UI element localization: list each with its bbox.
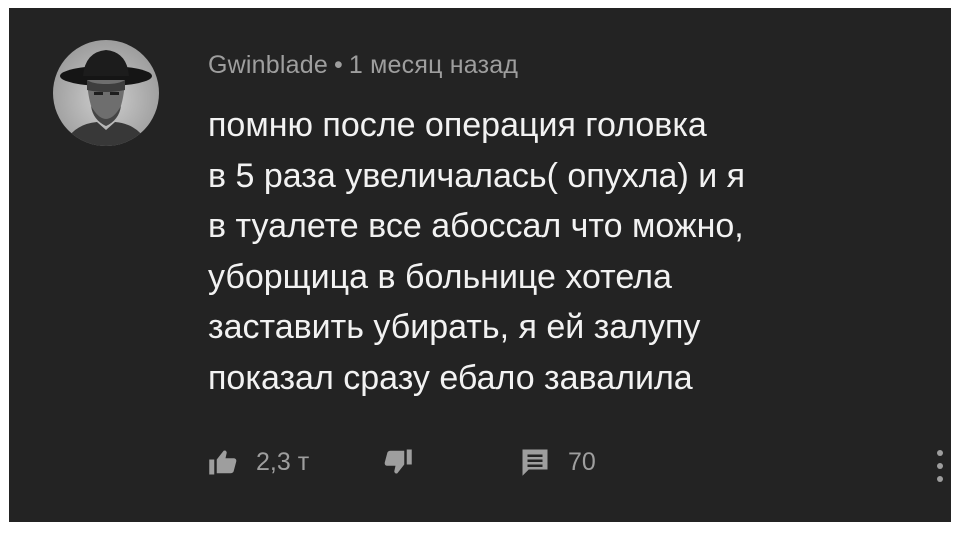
comment-line: в 5 раза увеличалась( опухла) и я [208,156,746,195]
comment-text: помню после операция головка в 5 раза ув… [208,100,928,403]
reply-button[interactable]: 70 [520,442,596,482]
comment-line: в туалете все абоссал что можно, [208,207,744,245]
meta-separator: • [333,51,343,79]
thumbs-up-icon[interactable] [208,447,238,477]
comment-icon[interactable] [520,447,550,477]
like-button[interactable]: 2,3 т [208,442,309,482]
comment-line: заставить убирать, я ей залупу [208,308,701,346]
more-vertical-icon[interactable] [934,448,946,484]
avatar[interactable] [53,40,159,146]
more-options-button[interactable] [934,448,946,484]
dislike-button[interactable] [383,442,413,482]
reply-count: 70 [568,447,596,476]
comment-line: показал сразу ебало завалила [208,358,693,397]
comment-actions: 2,3 т 70 [208,442,928,482]
comment-line: помню после операция головка [208,106,707,144]
comment-card: Gwinblade • 1 месяц назад помню после опер… [9,8,951,522]
author-name[interactable]: Gwinblade [208,51,328,79]
like-count: 2,3 т [256,447,310,476]
comment-meta: Gwinblade • 1 месяц назад [208,51,518,80]
cowboy-portrait-avatar [60,50,152,146]
thumbs-down-icon[interactable] [383,447,413,477]
comment-timestamp[interactable]: 1 месяц назад [349,51,518,79]
comment-line: уборщица в больнице хотела [208,257,672,296]
